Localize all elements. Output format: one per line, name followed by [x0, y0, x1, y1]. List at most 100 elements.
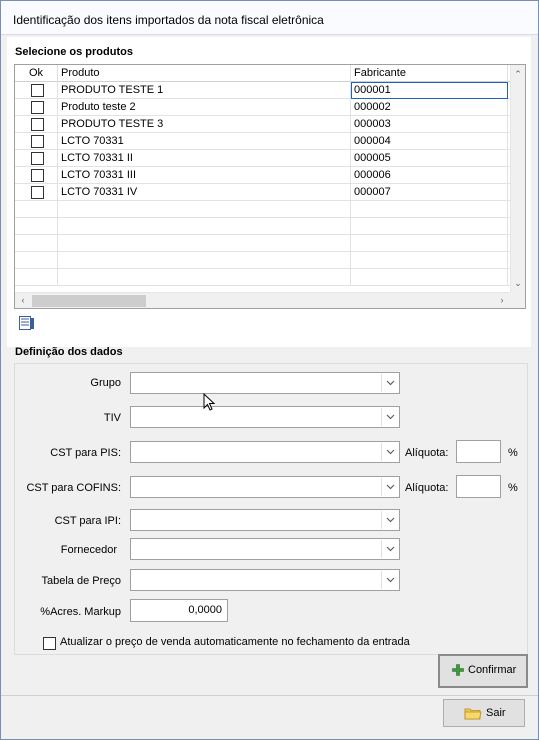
fornecedor-label: Fornecedor — [60, 544, 117, 556]
markup-input[interactable]: 0,0000 — [130, 599, 228, 622]
tiv-combo[interactable] — [130, 406, 400, 428]
fabricante-cell — [351, 201, 508, 218]
tiv-label: TIV — [103, 412, 121, 424]
table-row[interactable]: PRODUTO TESTE 1 000001 — [15, 82, 512, 99]
tabela-preco-label: Tabela de Preço — [41, 575, 122, 587]
fabricante-cell[interactable]: 000002 — [351, 99, 508, 116]
cst-cofins-label: CST para COFINS: — [26, 482, 121, 494]
ok-cell — [15, 235, 58, 252]
produto-cell — [58, 269, 351, 286]
row-checkbox[interactable] — [31, 186, 44, 199]
auto-update-price-checkbox[interactable] — [43, 637, 56, 650]
produto-cell[interactable]: PRODUTO TESTE 3 — [58, 116, 351, 133]
produto-cell[interactable]: Produto teste 2 — [58, 99, 351, 116]
fabricante-cell — [351, 235, 508, 252]
scroll-right-icon[interactable]: › — [495, 294, 509, 306]
sair-button-label: Sair — [486, 707, 506, 719]
produto-cell[interactable]: LCTO 70331 II — [58, 150, 351, 167]
produto-cell — [58, 252, 351, 269]
aliquota-cofins-input[interactable] — [456, 475, 501, 498]
cst-cofins-combo[interactable] — [130, 476, 400, 498]
tiv-dropdown-button[interactable] — [381, 408, 398, 426]
grupo-combo[interactable] — [130, 372, 400, 394]
empty-table-row — [15, 269, 512, 286]
fabricante-cell[interactable]: 000001 — [351, 82, 508, 99]
ok-cell — [15, 201, 58, 218]
ok-cell — [15, 82, 58, 99]
table-row[interactable]: Produto teste 2 000002 — [15, 99, 512, 116]
row-checkbox[interactable] — [31, 118, 44, 131]
aliquota-pis-label: Alíquota: — [405, 447, 449, 459]
column-header-fabricante[interactable]: Fabricante — [351, 65, 508, 82]
ok-cell — [15, 133, 58, 150]
produto-cell — [58, 218, 351, 235]
empty-table-row — [15, 235, 512, 252]
cst-ipi-label: CST para IPI: — [54, 515, 121, 527]
fabricante-cell[interactable]: 000004 — [351, 133, 508, 150]
table-row[interactable]: LCTO 70331 III 000006 — [15, 167, 512, 184]
scrollbar-corner — [510, 292, 525, 308]
products-section-label: Selecione os produtos — [15, 46, 133, 58]
ok-cell — [15, 252, 58, 269]
row-checkbox[interactable] — [31, 152, 44, 165]
ok-cell — [15, 218, 58, 235]
scroll-down-icon[interactable]: ⌄ — [511, 277, 525, 289]
produto-cell[interactable]: PRODUTO TESTE 1 — [58, 82, 351, 99]
dialog-window: Identificação dos itens importados da no… — [0, 0, 539, 740]
tabela-preco-combo[interactable] — [130, 569, 400, 591]
auto-update-price-label: Atualizar o preço de venda automaticamen… — [60, 636, 410, 648]
cst-ipi-combo[interactable] — [130, 509, 400, 531]
fabricante-cell — [351, 252, 508, 269]
row-checkbox[interactable] — [31, 84, 44, 97]
table-row[interactable]: PRODUTO TESTE 3 000003 — [15, 116, 512, 133]
cst-cofins-dropdown-button[interactable] — [381, 478, 398, 496]
fabricante-cell — [351, 269, 508, 286]
aliquota-cofins-label: Alíquota: — [405, 482, 449, 494]
scroll-up-icon[interactable]: ⌃ — [511, 68, 525, 80]
tabela-preco-dropdown-button[interactable] — [381, 571, 398, 589]
produto-cell[interactable]: LCTO 70331 III — [58, 167, 351, 184]
title-bar: Identificação dos itens importados da no… — [1, 1, 538, 35]
grid-options-icon[interactable] — [19, 316, 35, 331]
empty-table-row — [15, 252, 512, 269]
grupo-dropdown-button[interactable] — [381, 374, 398, 392]
fornecedor-combo[interactable] — [130, 538, 400, 560]
horizontal-scrollbar[interactable]: ‹ › — [15, 292, 512, 308]
aliquota-pis-percent: % — [508, 447, 518, 459]
confirmar-button[interactable]: Confirmar — [438, 654, 528, 688]
aliquota-pis-input[interactable] — [456, 440, 501, 463]
produto-cell[interactable]: LCTO 70331 — [58, 133, 351, 150]
empty-table-row — [15, 218, 512, 235]
column-header-produto[interactable]: Produto — [58, 65, 351, 82]
sair-button[interactable]: Sair — [443, 699, 525, 727]
table-row[interactable]: LCTO 70331 II 000005 — [15, 150, 512, 167]
fabricante-cell[interactable]: 000007 — [351, 184, 508, 201]
grupo-label: Grupo — [90, 377, 121, 389]
scroll-left-icon[interactable]: ‹ — [16, 294, 30, 306]
cst-pis-dropdown-button[interactable] — [381, 443, 398, 461]
mouse-cursor-icon — [203, 393, 216, 411]
markup-label: %Acres. Markup — [40, 606, 121, 618]
table-row[interactable]: LCTO 70331 000004 — [15, 133, 512, 150]
horizontal-scroll-thumb[interactable] — [32, 295, 146, 307]
row-checkbox[interactable] — [31, 101, 44, 114]
column-header-ok[interactable]: Ok — [15, 65, 58, 82]
produto-cell — [58, 235, 351, 252]
table-row[interactable]: LCTO 70331 IV 000007 — [15, 184, 512, 201]
vertical-scrollbar[interactable]: ⌃ ⌄ — [510, 65, 525, 293]
ok-cell — [15, 99, 58, 116]
plus-icon — [452, 664, 464, 676]
fornecedor-dropdown-button[interactable] — [381, 540, 398, 558]
cst-ipi-dropdown-button[interactable] — [381, 511, 398, 529]
cst-pis-combo[interactable] — [130, 441, 400, 463]
produto-cell[interactable]: LCTO 70331 IV — [58, 184, 351, 201]
fabricante-cell[interactable]: 000005 — [351, 150, 508, 167]
fabricante-cell[interactable]: 000006 — [351, 167, 508, 184]
fabricante-cell — [351, 218, 508, 235]
row-checkbox[interactable] — [31, 169, 44, 182]
products-grid[interactable]: Ok Produto Fabricante PRODUTO TESTE 1 000… — [14, 64, 526, 309]
grid-header: Ok Produto Fabricante — [15, 65, 512, 82]
ok-cell — [15, 269, 58, 286]
fabricante-cell[interactable]: 000003 — [351, 116, 508, 133]
row-checkbox[interactable] — [31, 135, 44, 148]
